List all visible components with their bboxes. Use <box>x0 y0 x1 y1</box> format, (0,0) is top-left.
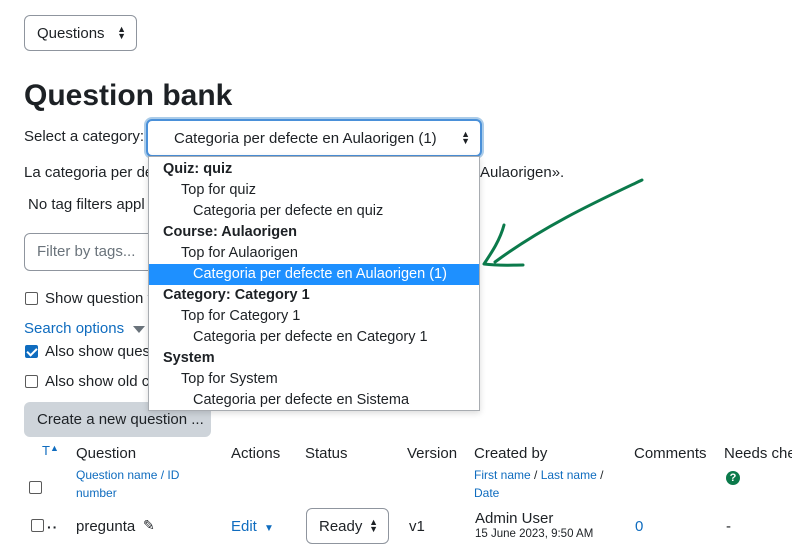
drag-handle-icon[interactable]: ·· <box>47 519 58 535</box>
edit-actions-label: Edit <box>231 518 257 535</box>
help-icon[interactable]: ? <box>726 471 740 485</box>
category-option-group: Course: Aulaorigen <box>163 224 298 240</box>
version-header: Version <box>407 445 458 462</box>
sort-question-name-link[interactable]: Question name <box>76 468 157 482</box>
category-select[interactable]: Categoria per defecte en Aulaorigen (1) … <box>146 119 482 157</box>
select-all-checkbox[interactable] <box>29 481 42 494</box>
chevron-down-icon: ▼ <box>264 523 274 534</box>
date-separator: / <box>596 468 604 482</box>
sort-asc-icon: ▲ <box>49 443 59 453</box>
select-arrows-icon: ▲ ▼ <box>369 517 378 534</box>
created-by-header: Created by <box>474 445 548 462</box>
also-show-questions-checkbox[interactable] <box>25 345 38 358</box>
select-arrows-icon: ▲ ▼ <box>461 129 470 146</box>
needs-checking-header: Needs che <box>724 445 792 462</box>
category-option[interactable]: Top for quiz <box>149 180 479 201</box>
category-option-group: Category: Category 1 <box>163 287 310 303</box>
category-option-group: System <box>163 350 215 366</box>
comments-header: Comments <box>634 445 707 462</box>
category-option[interactable]: Categoria per defecte en Sistema <box>149 390 479 411</box>
status-header: Status <box>305 445 348 462</box>
page-title: Question bank <box>24 79 233 112</box>
search-options-label: Search options <box>24 320 125 337</box>
also-show-questions-label: Also show ques <box>45 343 151 360</box>
category-option[interactable]: Top for Aulaorigen <box>149 243 479 264</box>
question-header: Question <box>76 445 137 462</box>
actions-header: Actions <box>231 445 281 462</box>
search-options-toggle[interactable]: Search options <box>24 320 146 337</box>
version-cell: v1 <box>409 518 425 535</box>
category-option[interactable]: Categoria per defecte en Category 1 <box>149 327 479 348</box>
category-select-value: Categoria per defecte en Aulaorigen (1) <box>174 129 437 147</box>
sort-first-name-link[interactable]: First name <box>474 468 531 482</box>
sort-date-link[interactable]: Date <box>474 486 499 500</box>
also-show-old-checkbox[interactable] <box>25 375 38 388</box>
sort-type-label: T <box>42 443 50 458</box>
status-select-value: Ready <box>319 517 363 535</box>
needs-checking-cell: - <box>726 518 731 535</box>
id-separator: / ID <box>157 468 180 482</box>
no-tag-filters-text: No tag filters appl <box>28 196 145 213</box>
sort-type-header[interactable]: T▲ <box>42 443 59 458</box>
select-arrows-icon: ▲ ▼ <box>117 24 126 41</box>
edit-actions-menu[interactable]: Edit ▼ <box>231 518 274 535</box>
category-label: Select a category: <box>24 128 145 145</box>
comments-count-link[interactable]: 0 <box>635 518 643 535</box>
category-option[interactable]: Top for Category 1 <box>149 306 479 327</box>
status-select[interactable]: Ready ▲ ▼ <box>306 508 389 544</box>
category-option[interactable]: Categoria per defecte en Aulaorigen (1) <box>149 264 479 285</box>
questions-nav-select-value: Questions <box>37 24 105 42</box>
created-date-cell: 15 June 2023, 9:50 AM <box>475 528 594 540</box>
show-question-text-checkbox[interactable] <box>25 292 38 305</box>
annotation-arrow-shaft <box>493 178 644 264</box>
created-by-cell: Admin User <box>475 510 554 527</box>
annotation-arrow <box>482 178 644 267</box>
filter-tags-placeholder: Filter by tags... <box>37 243 136 260</box>
question-name-cell: pregunta <box>76 518 136 535</box>
sort-last-name-link[interactable]: Last name <box>541 468 597 482</box>
caret-down-icon <box>133 325 146 333</box>
show-question-text-label: Show question t <box>45 290 152 307</box>
edit-pencil-icon[interactable]: ✎ <box>143 517 155 534</box>
also-show-old-label: Also show old c <box>45 373 150 390</box>
name-separator: / <box>530 468 541 482</box>
sort-id-number-link[interactable]: number <box>76 486 117 500</box>
category-option[interactable]: Categoria per defecte en quiz <box>149 201 479 222</box>
questions-nav-select[interactable]: Questions ▲ ▼ <box>24 15 137 51</box>
create-new-question-label: Create a new question ... <box>37 411 204 428</box>
created-by-subheader: First name / Last name / Date <box>474 466 603 502</box>
row-select-checkbox[interactable] <box>31 519 44 532</box>
question-subheader: Question name / ID number <box>76 466 179 502</box>
category-dropdown-list[interactable]: Quiz: quiz Top for quiz Categoria per defe… <box>148 156 480 411</box>
category-option[interactable]: Top for System <box>149 369 479 390</box>
category-option-group: Quiz: quiz <box>163 161 233 177</box>
category-info-start: La categoria per de <box>24 164 154 181</box>
